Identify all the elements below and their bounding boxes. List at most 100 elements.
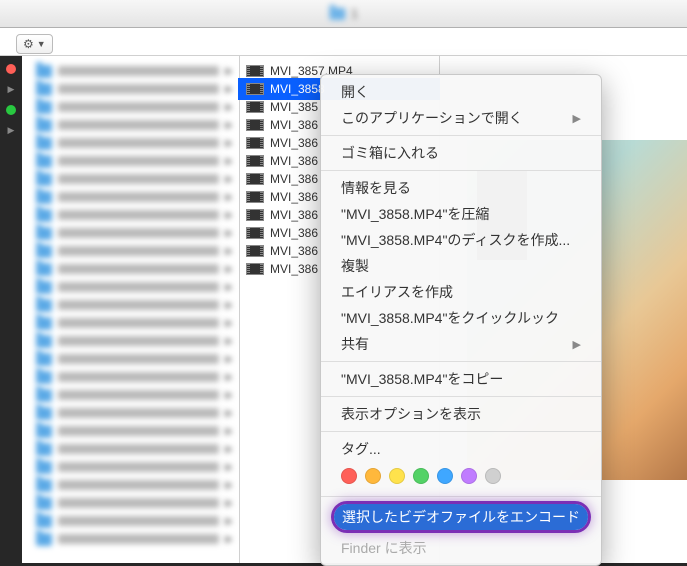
folder-icon — [36, 83, 52, 96]
file-name: MVI_386 — [270, 244, 318, 258]
chevron-right-icon: ▶ — [225, 372, 233, 383]
sidebar-item-label — [58, 354, 219, 364]
close-dot-icon[interactable] — [6, 64, 16, 74]
sidebar-item[interactable]: ▶ — [22, 314, 239, 332]
tag-color-dot[interactable] — [365, 468, 381, 484]
folder-icon — [36, 443, 52, 456]
sidebar-item[interactable]: ▶ — [22, 458, 239, 476]
sidebar-item[interactable]: ▶ — [22, 278, 239, 296]
sidebar-item[interactable]: ▶ — [22, 224, 239, 242]
sidebar-item-label — [58, 462, 219, 472]
tag-color-dot[interactable] — [413, 468, 429, 484]
sidebar-item[interactable]: ▶ — [22, 422, 239, 440]
sidebar-item[interactable]: ▶ — [22, 368, 239, 386]
menu-burn[interactable]: "MVI_3858.MP4"のディスクを作成... — [321, 227, 601, 253]
chevron-right-icon: ▶ — [225, 300, 233, 311]
chevron-right-icon: ▶ — [8, 84, 15, 95]
sidebar-item[interactable]: ▶ — [22, 242, 239, 260]
sidebar-item[interactable]: ▶ — [22, 116, 239, 134]
menu-tags[interactable]: タグ... — [321, 436, 601, 462]
folder-icon — [329, 8, 345, 20]
sidebar-item-label — [58, 84, 219, 94]
menu-open-with[interactable]: このアプリケーションで開く▶ — [321, 105, 601, 131]
zoom-dot-icon[interactable] — [6, 105, 16, 115]
sidebar-item[interactable]: ▶ — [22, 98, 239, 116]
tag-color-dot[interactable] — [461, 468, 477, 484]
sidebar-item-label — [58, 174, 219, 184]
sidebar-item[interactable]: ▶ — [22, 530, 239, 548]
sidebar-item[interactable]: ▶ — [22, 260, 239, 278]
folder-icon — [36, 209, 52, 222]
sidebar-item[interactable]: ▶ — [22, 170, 239, 188]
menu-share[interactable]: 共有▶ — [321, 331, 601, 357]
tag-color-dot[interactable] — [389, 468, 405, 484]
tag-color-dot[interactable] — [437, 468, 453, 484]
sidebar-item[interactable]: ▶ — [22, 350, 239, 368]
sidebar-item[interactable]: ▶ — [22, 332, 239, 350]
folder-icon — [36, 533, 52, 546]
sub-toolbar: ⚙ ▼ — [0, 28, 687, 56]
file-name: MVI_386 — [270, 118, 318, 132]
menu-finder-show[interactable]: Finder に表示 — [321, 535, 601, 561]
toolbar: 1 — [0, 0, 687, 28]
tag-color-dot[interactable] — [485, 468, 501, 484]
sidebar-item[interactable]: ▶ — [22, 476, 239, 494]
breadcrumb[interactable]: 1 — [329, 6, 358, 21]
sidebar-item[interactable]: ▶ — [22, 494, 239, 512]
sidebar-item-label — [58, 282, 219, 292]
sidebar-item[interactable]: ▶ — [22, 206, 239, 224]
sidebar-item-label — [58, 102, 219, 112]
tag-color-dot[interactable] — [341, 468, 357, 484]
sidebar-item[interactable]: ▶ — [22, 386, 239, 404]
menu-compress[interactable]: "MVI_3858.MP4"を圧縮 — [321, 201, 601, 227]
sidebar-item[interactable]: ▶ — [22, 512, 239, 530]
sidebar-item-label — [58, 390, 219, 400]
menu-copy[interactable]: "MVI_3858.MP4"をコピー — [321, 366, 601, 392]
sidebar-item-label — [58, 534, 219, 544]
chevron-right-icon: ▶ — [225, 462, 233, 473]
folder-icon — [36, 353, 52, 366]
menu-duplicate[interactable]: 複製 — [321, 253, 601, 279]
sidebar-item[interactable]: ▶ — [22, 134, 239, 152]
menu-get-info[interactable]: 情報を見る — [321, 175, 601, 201]
video-icon — [246, 191, 264, 203]
folder-icon — [36, 515, 52, 528]
sidebar-item-label — [58, 210, 219, 220]
chevron-right-icon: ▶ — [8, 125, 15, 136]
menu-trash[interactable]: ゴミ箱に入れる — [321, 140, 601, 166]
sidebar-item-label — [58, 480, 219, 490]
sidebar-item[interactable]: ▶ — [22, 296, 239, 314]
sidebar-item-label — [58, 264, 219, 274]
menu-open[interactable]: 開く — [321, 79, 601, 105]
sidebar-item[interactable]: ▶ — [22, 188, 239, 206]
sidebar-item-label — [58, 498, 219, 508]
chevron-right-icon: ▶ — [225, 282, 233, 293]
menu-quicklook[interactable]: "MVI_3858.MP4"をクイックルック — [321, 305, 601, 331]
menu-separator — [321, 170, 601, 171]
sidebar-item[interactable]: ▶ — [22, 440, 239, 458]
gear-button[interactable]: ⚙ ▼ — [16, 34, 53, 54]
sidebar-item-label — [58, 120, 219, 130]
menu-encode-video[interactable]: 選択したビデオファイルをエンコード — [334, 504, 588, 530]
chevron-right-icon: ▶ — [225, 174, 233, 185]
chevron-right-icon: ▶ — [225, 84, 233, 95]
sidebar-item[interactable]: ▶ — [22, 62, 239, 80]
chevron-right-icon: ▶ — [225, 246, 233, 257]
chevron-right-icon: ▶ — [225, 498, 233, 509]
folder-icon — [36, 65, 52, 78]
sidebar-item[interactable]: ▶ — [22, 80, 239, 98]
sidebar-item[interactable]: ▶ — [22, 404, 239, 422]
menu-alias[interactable]: エイリアスを作成 — [321, 279, 601, 305]
chevron-right-icon: ▶ — [225, 138, 233, 149]
folder-icon — [36, 101, 52, 114]
chevron-right-icon: ▶ — [225, 102, 233, 113]
sidebar-item-label — [58, 444, 219, 454]
folder-icon — [36, 335, 52, 348]
chevron-right-icon: ▶ — [225, 480, 233, 491]
chevron-right-icon: ▶ — [225, 120, 233, 131]
folder-icon — [36, 119, 52, 132]
folder-icon — [36, 263, 52, 276]
menu-view-options[interactable]: 表示オプションを表示 — [321, 401, 601, 427]
sidebar-item[interactable]: ▶ — [22, 152, 239, 170]
video-icon — [246, 173, 264, 185]
